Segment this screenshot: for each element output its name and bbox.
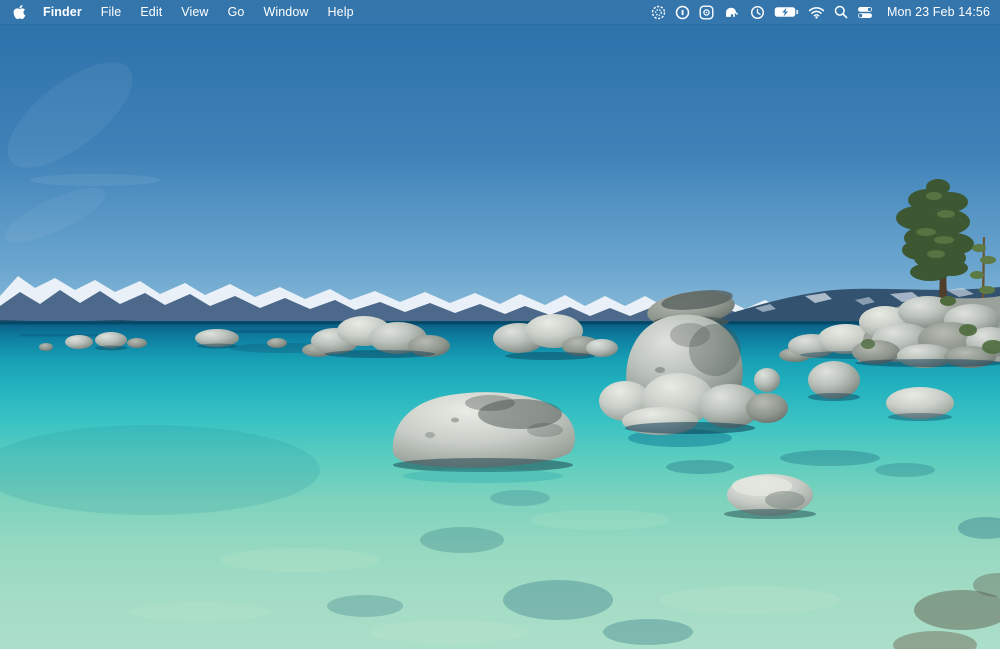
menu-bar-right: Mon 23 Feb 14:56 bbox=[651, 0, 1000, 24]
control-center-icon[interactable] bbox=[857, 0, 873, 24]
battery-charging-icon[interactable] bbox=[774, 0, 799, 24]
menu-bar: Finder File Edit View Go Window Help bbox=[0, 0, 1000, 24]
menu-file[interactable]: File bbox=[101, 5, 122, 19]
menu-bar-clock[interactable]: Mon 23 Feb 14:56 bbox=[887, 5, 990, 19]
menu-go[interactable]: Go bbox=[228, 5, 245, 19]
spiral-circle-icon[interactable] bbox=[651, 0, 666, 24]
apple-menu-icon[interactable] bbox=[13, 4, 26, 20]
keyhole-circle-icon[interactable] bbox=[675, 0, 690, 24]
spotlight-search-icon[interactable] bbox=[834, 0, 848, 24]
gear-square-icon[interactable] bbox=[699, 0, 714, 24]
menu-window[interactable]: Window bbox=[263, 5, 308, 19]
wallpaper-lake-tahoe bbox=[0, 0, 1000, 649]
menu-finder[interactable]: Finder bbox=[43, 5, 82, 19]
sky bbox=[0, 0, 1000, 335]
desktop[interactable]: Finder File Edit View Go Window Help bbox=[0, 0, 1000, 649]
menu-help[interactable]: Help bbox=[328, 5, 354, 19]
menu-edit[interactable]: Edit bbox=[140, 5, 162, 19]
menu-view[interactable]: View bbox=[181, 5, 208, 19]
clock-icon[interactable] bbox=[750, 0, 765, 24]
menu-bar-left: Finder File Edit View Go Window Help bbox=[0, 4, 373, 20]
wifi-icon[interactable] bbox=[808, 0, 825, 24]
foreground-boulder bbox=[393, 392, 575, 483]
elephant-icon[interactable] bbox=[723, 0, 741, 24]
